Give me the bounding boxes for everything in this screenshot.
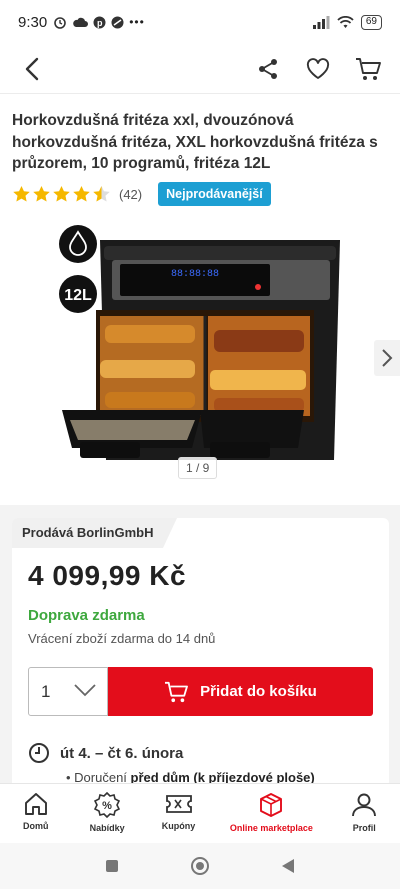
star-icon xyxy=(53,185,70,202)
rating-stars xyxy=(12,185,111,203)
product-gallery[interactable]: 12L 88:88:88 1 / 9 xyxy=(0,220,400,500)
share-button[interactable] xyxy=(254,55,282,83)
chevron-right-icon xyxy=(382,349,393,367)
nav-profile[interactable]: Profil xyxy=(329,784,400,843)
cart-button[interactable] xyxy=(354,55,382,83)
nav-home-label: Domů xyxy=(22,821,49,831)
cart-icon xyxy=(356,57,381,80)
star-icon xyxy=(13,185,30,202)
bestseller-badge: Nejprodávanější xyxy=(158,182,271,206)
favorite-button[interactable] xyxy=(304,55,332,83)
chevron-left-icon xyxy=(25,57,39,80)
signal-icon xyxy=(312,15,330,29)
free-shipping: Doprava zdarma xyxy=(28,607,145,624)
recents-square-icon[interactable] xyxy=(105,859,119,873)
quantity-value: 1 xyxy=(41,681,51,701)
svg-text:p: p xyxy=(97,18,103,28)
marketplace-box-icon xyxy=(260,793,283,817)
cart-icon xyxy=(165,681,189,702)
gallery-next-button[interactable] xyxy=(374,340,400,376)
coupon-icon xyxy=(165,795,192,813)
back-button[interactable] xyxy=(18,55,46,83)
wifi-icon xyxy=(337,15,354,28)
nav-marketplace[interactable]: Online marketplace xyxy=(214,784,328,843)
home-circle-icon[interactable] xyxy=(190,856,210,876)
profile-icon xyxy=(352,793,377,817)
star-icon xyxy=(73,185,90,202)
svg-text:%: % xyxy=(102,800,112,812)
price: 4 099,99 Kč xyxy=(28,560,187,591)
delivery-date: út 4. – čt 6. února xyxy=(60,744,184,762)
share-icon xyxy=(259,58,277,79)
pinterest-icon: p xyxy=(93,16,106,28)
bottom-navigation: Domů % Nabídky Kupóny Online marketplace… xyxy=(0,783,400,843)
cloud-icon xyxy=(73,17,89,27)
delivery-info: út 4. – čt 6. února xyxy=(28,742,183,764)
star-half-icon xyxy=(93,185,110,202)
return-policy: Vrácení zboží zdarma do 14 dnů xyxy=(28,631,216,646)
nav-offers[interactable]: % Nabídky xyxy=(71,784,142,843)
top-navigation xyxy=(0,44,400,94)
back-triangle-icon[interactable] xyxy=(281,858,295,874)
nav-coupons[interactable]: Kupóny xyxy=(143,784,214,843)
delivery-detail-prefix: Doručení xyxy=(74,770,131,784)
nav-profile-label: Profil xyxy=(352,823,376,833)
image-counter: 1 / 9 xyxy=(178,457,218,479)
system-navigation xyxy=(0,843,400,889)
rating-row[interactable]: (42) Nejprodávanější xyxy=(12,181,271,207)
add-to-cart-button[interactable]: Přidat do košíku xyxy=(108,667,373,716)
delivery-detail-bold: před dům (k příjezdové ploše) xyxy=(130,770,315,784)
more-notifications-icon: ••• xyxy=(129,15,145,29)
nav-marketplace-label: Online marketplace xyxy=(229,823,313,833)
app-icon xyxy=(111,16,124,28)
delivery-detail: • Doručení před dům (k příjezdové ploše) xyxy=(66,770,315,784)
nav-home[interactable]: Domů xyxy=(0,784,71,843)
percent-badge-icon: % xyxy=(94,792,121,818)
alarm-icon xyxy=(54,17,67,29)
chevron-down-icon xyxy=(74,684,96,697)
device-display: 88:88:88 xyxy=(171,269,219,280)
capacity-badge: 12L xyxy=(64,287,92,304)
seller-label[interactable]: Prodává BorlinGmbH xyxy=(12,518,178,548)
battery-indicator: 69 xyxy=(360,14,382,30)
status-bar: 9:30 p ••• 69 xyxy=(0,0,400,44)
review-count[interactable]: (42) xyxy=(119,187,142,202)
star-icon xyxy=(33,185,50,202)
nav-coupons-label: Kupóny xyxy=(161,821,196,831)
quantity-select[interactable]: 1 xyxy=(28,667,108,716)
home-icon xyxy=(24,793,47,815)
nav-offers-label: Nabídky xyxy=(89,823,125,833)
clock-icon xyxy=(29,743,49,763)
product-title: Horkovzdušná fritéza xxl, dvouzónová hor… xyxy=(12,112,378,172)
status-time: 9:30 xyxy=(18,13,48,31)
add-to-cart-label: Přidat do košíku xyxy=(200,683,317,700)
heart-icon xyxy=(306,57,330,79)
